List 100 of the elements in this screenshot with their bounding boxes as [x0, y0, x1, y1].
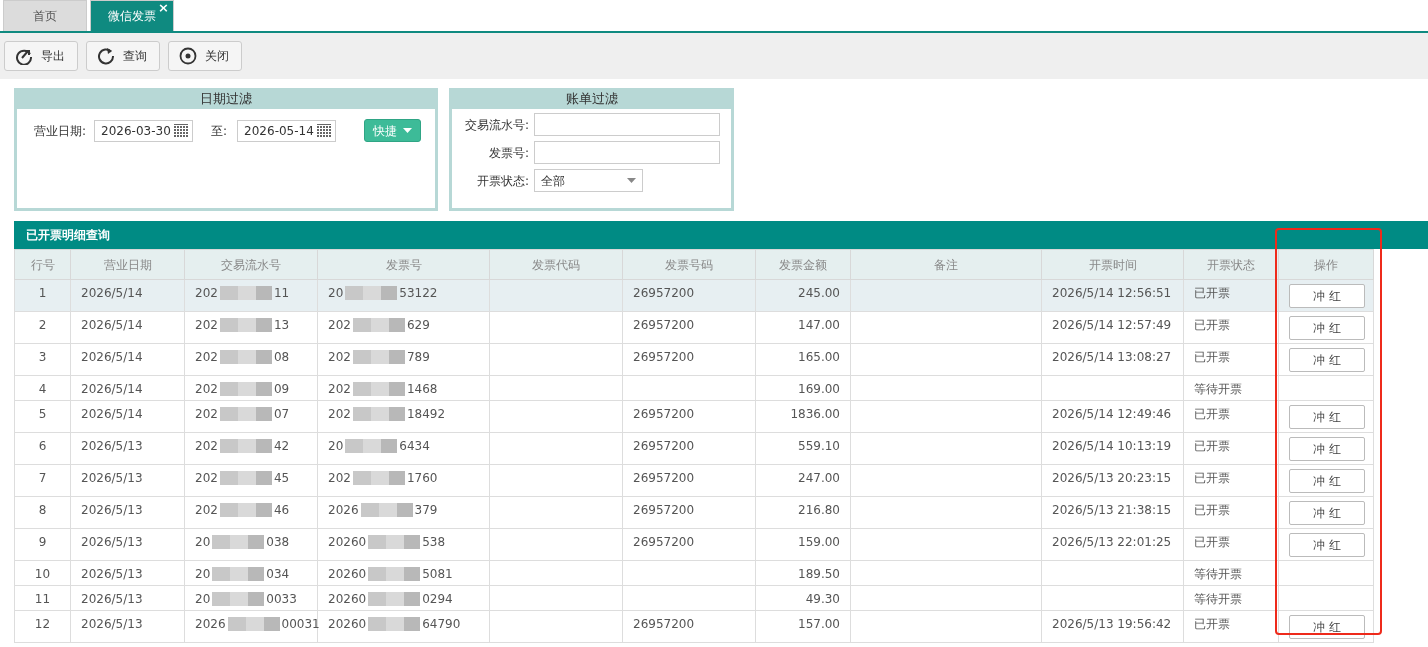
redaction-mosaic: [212, 567, 265, 581]
partial-text: 0294: [422, 592, 453, 606]
row-number: 3: [38, 350, 47, 364]
redaction-mosaic: [227, 617, 280, 631]
row-number: 8: [38, 503, 47, 517]
field-label: 发票号:: [487, 144, 529, 162]
partial-text: 64790: [422, 617, 461, 631]
close-button[interactable]: ×: [158, 1, 169, 15]
partial-text: 5081: [422, 567, 453, 581]
status-text: 已开票: [1194, 318, 1230, 332]
partial-text: 00031: [281, 617, 320, 631]
time-text: 2026/5/13 21:38:15: [1052, 503, 1172, 517]
partial-text: 11: [273, 286, 290, 300]
partial-text: 202: [195, 382, 218, 396]
partial-text: 20260: [328, 592, 367, 606]
redaction-mosaic: [219, 350, 272, 364]
input-field[interactable]: [534, 113, 720, 136]
caret-icon: [403, 128, 413, 133]
reverse-button[interactable]: 冲 红: [1289, 437, 1365, 461]
column-header: 发票金额: [755, 249, 851, 280]
reverse-button[interactable]: 冲 红: [1289, 615, 1365, 639]
status-text: 等待开票: [1194, 592, 1242, 606]
invoice-number-text: 26957200: [633, 407, 695, 421]
partial-text: 20260: [328, 617, 367, 631]
field-label: 开票状态:: [475, 172, 529, 190]
partial-text: 202: [195, 350, 218, 364]
redaction-mosaic: [219, 286, 272, 300]
reverse-button[interactable]: 冲 红: [1289, 348, 1365, 372]
tab[interactable]: 首页: [3, 0, 87, 31]
status-text: 已开票: [1194, 350, 1230, 364]
amount-text: 157.00: [798, 617, 840, 631]
partial-text: 379: [414, 503, 438, 517]
column-header: 交易流水号: [184, 249, 318, 280]
redaction-mosaic: [352, 407, 405, 421]
reverse-button[interactable]: 冲 红: [1289, 501, 1365, 525]
date-field[interactable]: 2026-05-14: [237, 119, 337, 142]
partial-text: 20: [195, 567, 211, 581]
redaction-mosaic: [352, 350, 405, 364]
toolbar-button[interactable]: 导出: [4, 41, 78, 71]
tab[interactable]: 微信发票 ×: [90, 0, 174, 31]
status-text: 已开票: [1194, 535, 1230, 549]
column-header: 发票号码: [622, 249, 756, 280]
date-text: 2026/5/13: [81, 503, 143, 517]
amount-text: 147.00: [798, 318, 840, 332]
partial-text: 202: [195, 503, 218, 517]
partial-text: 20260: [328, 567, 367, 581]
invoice-number-text: 26957200: [633, 318, 695, 332]
row-number: 6: [38, 439, 47, 453]
status-text: 等待开票: [1194, 382, 1242, 396]
partial-text: 202: [328, 471, 351, 485]
redaction-mosaic: [368, 535, 421, 549]
reverse-button[interactable]: 冲 红: [1289, 405, 1365, 429]
invoice-number-text: 26957200: [633, 503, 695, 517]
status-dropdown[interactable]: 全部: [534, 169, 643, 192]
toolbar-button[interactable]: 查询: [86, 41, 160, 71]
calendar-icon[interactable]: [174, 123, 190, 138]
calendar-icon[interactable]: [317, 123, 333, 138]
time-text: 2026/5/13 22:01:25: [1052, 535, 1172, 549]
partial-text: 202: [195, 318, 218, 332]
redaction-mosaic: [219, 503, 272, 517]
redaction-mosaic: [368, 592, 421, 606]
time-text: 2026/5/14 12:57:49: [1052, 318, 1172, 332]
panel-title: 账单过滤: [452, 91, 731, 109]
status-text: 已开票: [1194, 617, 1230, 631]
amount-text: 159.00: [798, 535, 840, 549]
field-label: 交易流水号:: [463, 116, 529, 134]
row-number: 12: [34, 617, 51, 631]
row-number: 2: [38, 318, 47, 332]
redaction-mosaic: [352, 471, 405, 485]
input-field[interactable]: [534, 141, 720, 164]
partial-text: 13: [273, 318, 290, 332]
redaction-mosaic: [345, 439, 398, 453]
reverse-button[interactable]: 冲 红: [1289, 284, 1365, 308]
reverse-button[interactable]: 冲 红: [1289, 469, 1365, 493]
status-text: 等待开票: [1194, 567, 1242, 581]
reverse-button[interactable]: 冲 红: [1289, 316, 1365, 340]
time-text: 2026/5/14 13:08:27: [1052, 350, 1172, 364]
reverse-button[interactable]: 冲 红: [1289, 533, 1365, 557]
row-number: 7: [38, 471, 47, 485]
date-text: 2026/5/13: [81, 567, 143, 581]
column-header: 开票时间: [1041, 249, 1184, 280]
column-header: 行号: [14, 249, 71, 280]
time-text: 2026/5/14 10:13:19: [1052, 439, 1172, 453]
column-header: 开票状态: [1183, 249, 1279, 280]
refresh-icon: [97, 47, 115, 65]
amount-text: 169.00: [798, 382, 840, 396]
date-text: 2026/5/13: [81, 439, 143, 453]
date-field[interactable]: 2026-03-30: [94, 119, 194, 142]
amount-text: 189.50: [798, 567, 840, 581]
partial-text: 202: [328, 350, 351, 364]
close-icon: [179, 47, 197, 65]
export-icon: [15, 47, 33, 65]
invoice-number-text: 26957200: [633, 439, 695, 453]
toolbar-button[interactable]: 关闭: [168, 41, 242, 71]
row-number: 4: [38, 382, 47, 396]
date-text: 2026/5/14: [81, 318, 143, 332]
partial-text: 202: [328, 407, 351, 421]
invoice-number-text: 26957200: [633, 286, 695, 300]
invoice-number-text: 26957200: [633, 471, 695, 485]
partial-text: 46: [273, 503, 290, 517]
